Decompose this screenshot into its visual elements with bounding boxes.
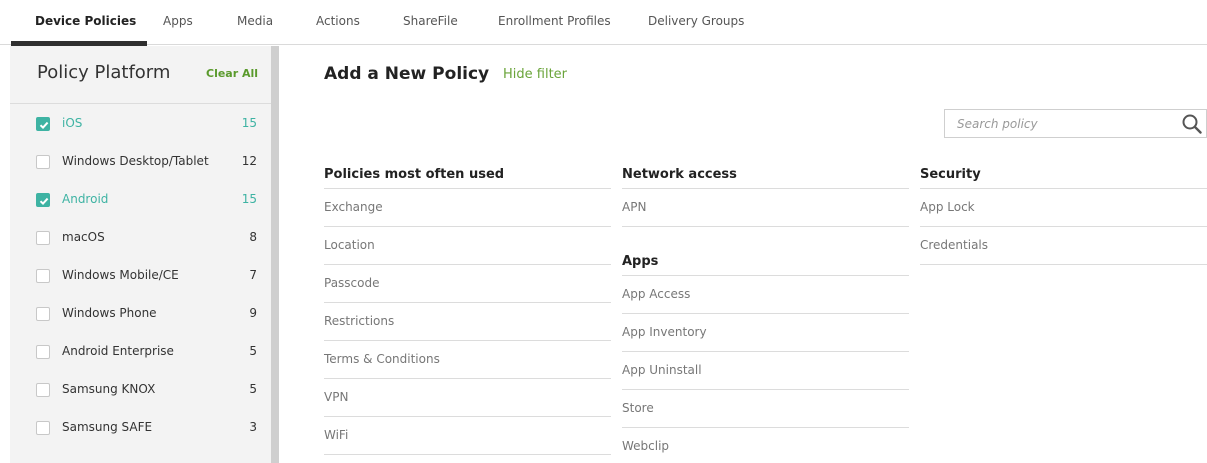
platform-count: 15 — [241, 192, 257, 206]
policy-wifi[interactable]: WiFi — [324, 417, 611, 455]
policy-terms-conditions[interactable]: Terms & Conditions — [324, 341, 611, 379]
policy-restrictions[interactable]: Restrictions — [324, 303, 611, 341]
platform-count: 15 — [241, 116, 257, 130]
checkbox-icon[interactable] — [36, 231, 50, 245]
tab-media[interactable]: Media — [237, 0, 273, 45]
checkbox-icon[interactable] — [36, 269, 50, 283]
platform-label: Samsung SAFE — [62, 420, 153, 434]
platform-count: 5 — [249, 344, 257, 358]
platform-list: iOS 15 Windows Desktop/Tablet 12 Android… — [10, 105, 271, 447]
platform-item-android[interactable]: Android 15 — [10, 181, 271, 219]
search-icon[interactable] — [1181, 113, 1203, 139]
platform-item-samsung-knox[interactable]: Samsung KNOX 5 — [10, 371, 271, 409]
section-heading-apps: Apps — [622, 227, 909, 276]
policy-app-access[interactable]: App Access — [622, 276, 909, 314]
policy-exchange[interactable]: Exchange — [324, 189, 611, 227]
policy-app-uninstall[interactable]: App Uninstall — [622, 352, 909, 390]
checkbox-icon[interactable] — [36, 383, 50, 397]
section-heading-network-access: Network access — [622, 160, 909, 189]
network-apps-column: Network access APN Apps App Access App I… — [622, 160, 909, 463]
platform-label: macOS — [62, 230, 105, 244]
platform-item-samsung-safe[interactable]: Samsung SAFE 3 — [10, 409, 271, 447]
platform-item-android-enterprise[interactable]: Android Enterprise 5 — [10, 333, 271, 371]
policy-store[interactable]: Store — [622, 390, 909, 428]
platform-item-ios[interactable]: iOS 15 — [10, 105, 271, 143]
clear-all-link[interactable]: Clear All — [206, 67, 258, 80]
platform-label: Android Enterprise — [62, 344, 174, 358]
platform-count: 3 — [249, 420, 257, 434]
security-column: Security App Lock Credentials — [920, 160, 1207, 265]
policy-passcode[interactable]: Passcode — [324, 265, 611, 303]
section-heading-security: Security — [920, 160, 1207, 189]
platform-item-windows-phone[interactable]: Windows Phone 9 — [10, 295, 271, 333]
policy-location[interactable]: Location — [324, 227, 611, 265]
sidebar-header: Policy Platform Clear All — [10, 46, 271, 104]
platform-label: iOS — [62, 116, 83, 130]
top-tab-bar: Device Policies Apps Media Actions Share… — [0, 0, 1207, 46]
tab-actions[interactable]: Actions — [316, 0, 360, 45]
platform-count: 8 — [249, 230, 257, 244]
policy-credentials[interactable]: Credentials — [920, 227, 1207, 265]
section-heading-most-used: Policies most often used — [324, 160, 611, 189]
policy-app-inventory[interactable]: App Inventory — [622, 314, 909, 352]
search-input[interactable] — [957, 115, 1157, 133]
platform-item-macos[interactable]: macOS 8 — [10, 219, 271, 257]
sidebar-title: Policy Platform — [37, 62, 171, 83]
platform-count: 7 — [249, 268, 257, 282]
policy-webclip[interactable]: Webclip — [622, 428, 909, 463]
platform-label: Samsung KNOX — [62, 382, 156, 396]
policy-apn[interactable]: APN — [622, 189, 909, 227]
page-title: Add a New Policy — [324, 64, 490, 84]
tab-enrollment-profiles[interactable]: Enrollment Profiles — [498, 0, 611, 45]
tab-delivery-groups[interactable]: Delivery Groups — [648, 0, 744, 45]
policy-app-lock[interactable]: App Lock — [920, 189, 1207, 227]
platform-item-windows-desktop-tablet[interactable]: Windows Desktop/Tablet 12 — [10, 143, 271, 181]
platform-label: Android — [62, 192, 109, 206]
platform-label: Windows Phone — [62, 306, 157, 320]
sidebar-scrollbar[interactable] — [271, 46, 279, 463]
checkbox-checked-icon[interactable] — [36, 117, 50, 131]
checkbox-icon[interactable] — [36, 155, 50, 169]
hide-filter-link[interactable]: Hide filter — [503, 67, 567, 82]
checkbox-checked-icon[interactable] — [36, 193, 50, 207]
platform-label: Windows Desktop/Tablet — [62, 154, 209, 168]
checkbox-icon[interactable] — [36, 345, 50, 359]
platform-item-windows-mobile-ce[interactable]: Windows Mobile/CE 7 — [10, 257, 271, 295]
platform-filter-sidebar: Policy Platform Clear All iOS 15 Windows… — [10, 46, 271, 463]
checkbox-icon[interactable] — [36, 307, 50, 321]
policy-vpn[interactable]: VPN — [324, 379, 611, 417]
platform-count: 12 — [241, 154, 257, 168]
platform-count: 5 — [249, 382, 257, 396]
most-used-policies-column: Policies most often used Exchange Locati… — [324, 160, 611, 455]
tab-apps[interactable]: Apps — [163, 0, 193, 45]
tab-sharefile[interactable]: ShareFile — [403, 0, 458, 45]
search-box[interactable] — [944, 109, 1207, 138]
checkbox-icon[interactable] — [36, 421, 50, 435]
tab-device-policies[interactable]: Device Policies — [35, 0, 136, 45]
platform-count: 9 — [249, 306, 257, 320]
platform-label: Windows Mobile/CE — [62, 268, 179, 282]
